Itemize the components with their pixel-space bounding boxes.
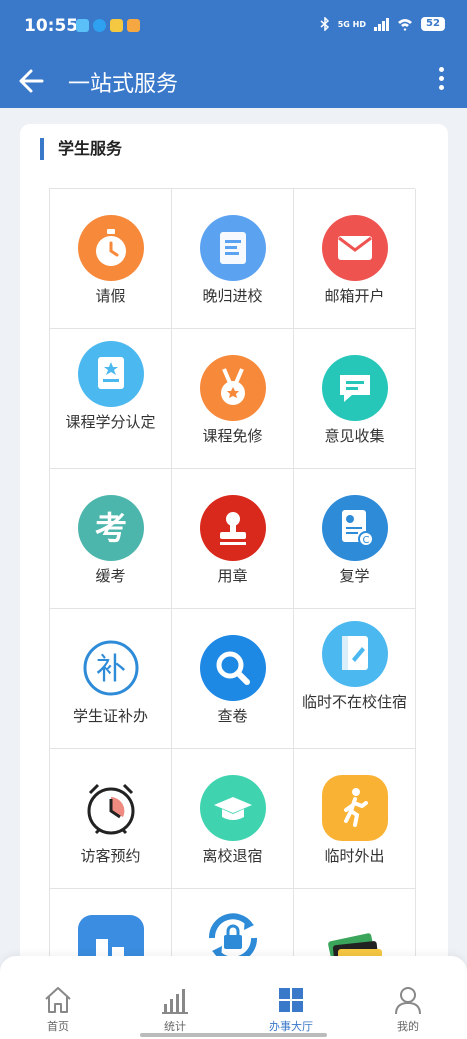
nav-label: 统计: [164, 1020, 186, 1033]
nav-label: 我的: [397, 1020, 419, 1033]
service-leave[interactable]: 请假: [50, 189, 172, 329]
graduation-cap-icon: [200, 775, 266, 841]
service-label: 请假: [95, 287, 126, 305]
service-exam-deferral[interactable]: 考 缓考: [50, 469, 172, 609]
nav-profile[interactable]: 我的: [373, 984, 443, 1034]
service-label: 离校退宿: [202, 847, 263, 865]
service-seal[interactable]: 用章: [172, 469, 294, 609]
qq-notification-icon: [93, 19, 106, 32]
notification-icons: [76, 19, 140, 32]
header: 10:55 5G HD 52 一站式服务: [0, 0, 467, 108]
service-label: 用章: [217, 567, 248, 585]
cloud-notification-icon: [76, 19, 89, 32]
walking-person-icon: [322, 775, 388, 841]
nav-home[interactable]: 首页: [23, 984, 93, 1034]
svg-text:考: 考: [95, 509, 127, 547]
nav-stats[interactable]: 统计: [140, 984, 210, 1034]
service-temp-off-campus[interactable]: 临时不在校住宿: [294, 609, 416, 749]
service-label: 意见收集: [324, 427, 385, 445]
nav-label: 办事大厅: [269, 1020, 313, 1033]
service-label: 缓考: [95, 567, 126, 585]
service-label: 访客预约: [80, 847, 141, 865]
service-label: 课程学分认定: [65, 413, 156, 431]
stopwatch-icon: [78, 215, 144, 281]
reissue-icon: 补: [78, 635, 144, 701]
home-icon: [45, 987, 71, 1013]
service-paper-review[interactable]: 查卷: [172, 609, 294, 749]
network-type: 5G HD: [337, 19, 366, 29]
back-button[interactable]: [16, 65, 48, 97]
alarm-clock-icon: [78, 775, 144, 841]
bluetooth-icon: [320, 17, 329, 31]
service-visitor-booking[interactable]: 访客预约: [50, 749, 172, 889]
service-label: 晚归进校: [202, 287, 263, 305]
battery-icon: 52: [421, 17, 445, 31]
document-icon: [200, 215, 266, 281]
exam-icon: 考: [78, 495, 144, 561]
grid-icon: [279, 988, 303, 1012]
nav-label: 首页: [47, 1020, 69, 1033]
service-label: 查卷: [217, 707, 248, 725]
nav-service-hall[interactable]: 办事大厅: [256, 984, 326, 1034]
notebook-icon: [322, 621, 388, 687]
app-bar: 一站式服务: [0, 56, 467, 108]
service-feedback[interactable]: 意见收集: [294, 329, 416, 469]
message-notification-icon: [127, 19, 140, 32]
services-grid: 请假 晚归进校 邮箱开户 课程学分认定 课程免修 意见收集 考 缓考 用章 C …: [49, 188, 416, 1029]
signal-icon: [374, 17, 389, 31]
service-credit-recognition[interactable]: 课程学分认定: [50, 329, 172, 469]
service-label: 临时不在校住宿: [301, 693, 407, 711]
service-id-card-reissue[interactable]: 补 学生证补办: [50, 609, 172, 749]
section-title: 学生服务: [40, 138, 122, 160]
service-label: 复学: [339, 567, 370, 585]
service-leave-school[interactable]: 离校退宿: [172, 749, 294, 889]
svg-text:补: 补: [96, 652, 126, 687]
service-course-exemption[interactable]: 课程免修: [172, 329, 294, 469]
status-bar: 10:55 5G HD 52: [0, 0, 467, 56]
user-icon: [395, 987, 421, 1015]
service-mailbox[interactable]: 邮箱开户: [294, 189, 416, 329]
service-resume-study[interactable]: C 复学: [294, 469, 416, 609]
service-label: 课程免修: [202, 427, 263, 445]
service-label: 邮箱开户: [324, 287, 385, 305]
service-late-return[interactable]: 晚归进校: [172, 189, 294, 329]
page-title: 一站式服务: [68, 72, 179, 97]
more-options-button[interactable]: [435, 64, 447, 94]
mail-icon: [322, 215, 388, 281]
student-services-card: 学生服务 请假 晚归进校 邮箱开户 课程学分认定 课程免修 意见收集 考 缓考 …: [20, 124, 448, 1029]
wifi-icon: [398, 18, 412, 31]
medal-icon: [200, 355, 266, 421]
status-right: 5G HD 52: [320, 17, 445, 31]
bottom-nav: 首页 统计 办事大厅 我的: [0, 956, 467, 1039]
home-indicator[interactable]: [140, 1033, 327, 1037]
bar-chart-icon: [162, 989, 188, 1014]
stamp-icon: [200, 495, 266, 561]
chat-icon: [322, 355, 388, 421]
search-icon: [200, 635, 266, 701]
service-label: 学生证补办: [72, 707, 148, 725]
certificate-icon: [78, 341, 144, 407]
service-temp-outing[interactable]: 临时外出: [294, 749, 416, 889]
diploma-icon: C: [322, 495, 388, 561]
status-time: 10:55: [24, 16, 79, 36]
service-label: 临时外出: [324, 847, 385, 865]
app-notification-icon: [110, 19, 123, 32]
svg-text:C: C: [363, 535, 370, 546]
arrow-left-icon: [19, 69, 44, 93]
